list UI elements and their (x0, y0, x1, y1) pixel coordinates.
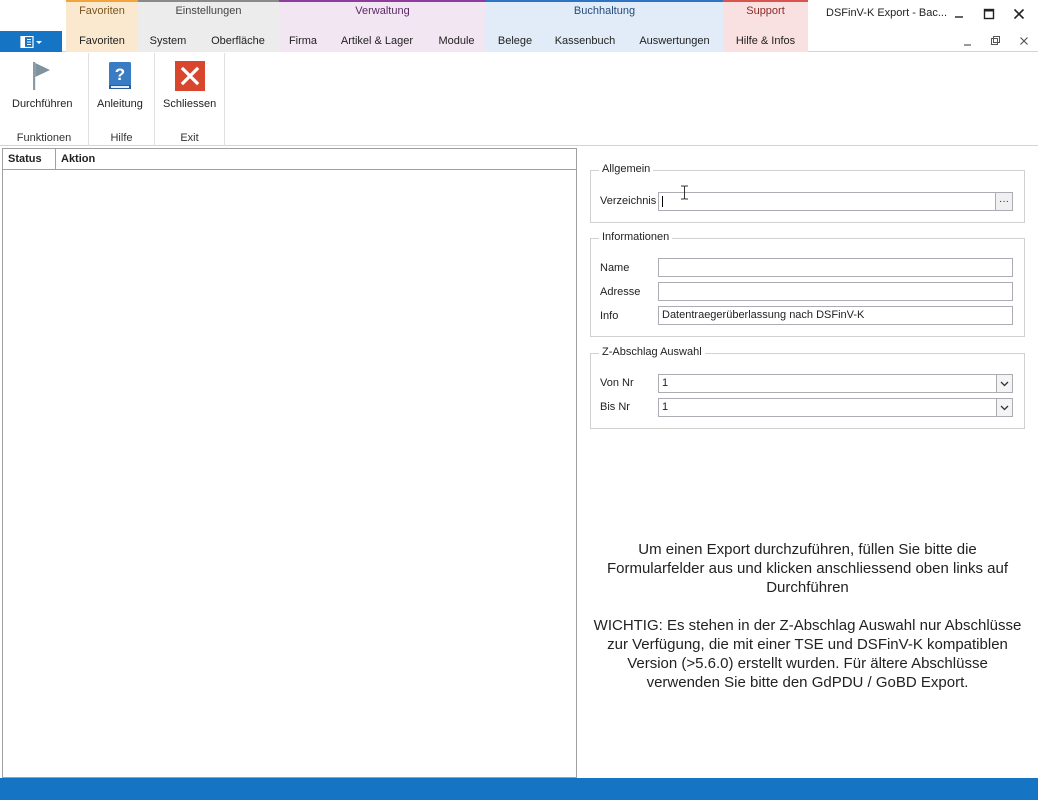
tab-system[interactable]: System (138, 31, 198, 52)
tab-belege[interactable]: Belege (486, 31, 544, 52)
action-list[interactable]: Status Aktion (2, 148, 577, 778)
from-number-select[interactable]: 1 (658, 374, 1013, 393)
flag-icon (33, 62, 51, 90)
tab-favoriten[interactable]: Favoriten (66, 31, 138, 52)
mdi-minimize-button[interactable] (958, 32, 978, 52)
tab-oberflaeche[interactable]: Oberfläche (198, 31, 278, 52)
group-label-functions: Funktionen (16, 132, 72, 144)
tab-hilfe-infos[interactable]: Hilfe & Infos (723, 31, 808, 52)
close-window-button[interactable] (1009, 4, 1029, 24)
address-label: Adresse (600, 286, 641, 298)
close-icon (174, 61, 205, 91)
group-label-exit: Exit (180, 132, 199, 144)
maximize-icon (983, 8, 995, 20)
ellipsis-icon: ··· (999, 196, 1009, 207)
to-number-value: 1 (662, 401, 669, 413)
mdi-restore-button[interactable] (986, 31, 1006, 51)
group-title-information: Informationen (599, 231, 673, 243)
tab-firma[interactable]: Firma (279, 31, 327, 52)
restore-icon (991, 36, 1000, 45)
from-number-dropdown-button[interactable] (996, 375, 1012, 392)
toolbar-group-help: ? Anleitung Hilfe (89, 53, 155, 146)
minimize-button[interactable] (949, 4, 969, 24)
column-header-aktion[interactable]: Aktion (56, 149, 256, 169)
ribbon-group-caption: Verwaltung (355, 5, 410, 17)
status-bar (0, 778, 1038, 800)
minimize-icon (955, 16, 963, 18)
directory-input[interactable]: ··· (658, 192, 1013, 211)
run-button[interactable]: Durchführen (12, 57, 73, 117)
ribbon-header: Favoriten Einstellungen Verwaltung Buchh… (0, 0, 1038, 52)
ibeam-cursor-icon (681, 185, 688, 200)
maximize-button[interactable] (979, 4, 999, 24)
column-header-status[interactable]: Status (3, 149, 56, 169)
group-title-z-selection: Z-Abschlag Auswahl (599, 346, 705, 358)
important-notice-text: WICHTIG: Es stehen in der Z-Abschlag Aus… (593, 617, 1022, 691)
tab-artikel-lager[interactable]: Artikel & Lager (327, 31, 427, 52)
close-icon (1020, 37, 1028, 45)
address-input[interactable] (658, 282, 1013, 301)
name-label: Name (600, 262, 630, 274)
app-menu-icon (20, 35, 42, 48)
group-label-help: Hilfe (110, 132, 133, 144)
help-button[interactable]: ? Anleitung (97, 57, 143, 117)
chevron-down-icon (1000, 381, 1009, 386)
info-value: Datentraegerüberlassung nach DSFinV-K (662, 309, 865, 321)
toolbar-group-exit: Schliessen Exit (155, 53, 225, 146)
tab-kassenbuch[interactable]: Kassenbuch (544, 31, 626, 52)
tab-auswertungen[interactable]: Auswertungen (626, 31, 723, 52)
info-label: Info (600, 310, 619, 322)
help-book-icon: ? (108, 62, 131, 89)
name-input[interactable] (658, 258, 1013, 277)
close-form-button[interactable]: Schliessen (163, 57, 216, 117)
minimize-icon (964, 44, 971, 46)
directory-label: Verzeichnis (600, 195, 657, 207)
close-icon (1013, 8, 1025, 20)
to-number-label: Bis Nr (600, 401, 630, 413)
from-number-label: Von Nr (600, 377, 634, 389)
command-toolbar: Durchführen Funktionen ? Anleitung Hilfe (0, 53, 1038, 146)
window-title: DSFinV-K Export - Bac... (826, 7, 948, 19)
instruction-text: Um einen Export durchzuführen, füllen Si… (606, 541, 1009, 596)
to-number-select[interactable]: 1 (658, 398, 1013, 417)
chevron-down-icon (1000, 405, 1009, 410)
info-input[interactable]: Datentraegerüberlassung nach DSFinV-K (658, 306, 1013, 325)
app-menu-button[interactable] (0, 31, 62, 52)
ribbon-group-caption: Support (746, 5, 785, 17)
to-number-dropdown-button[interactable] (996, 399, 1012, 416)
list-header: Status Aktion (3, 149, 576, 170)
tab-module[interactable]: Module (427, 31, 486, 52)
help-button-label: Anleitung (97, 98, 143, 110)
run-button-label: Durchführen (12, 98, 73, 110)
group-title-general: Allgemein (599, 163, 654, 175)
svg-text:?: ? (115, 65, 125, 84)
ribbon-group-caption: Buchhaltung (573, 5, 636, 17)
mdi-close-button[interactable] (1014, 31, 1034, 51)
browse-button[interactable]: ··· (995, 193, 1012, 210)
from-number-value: 1 (662, 377, 669, 389)
ribbon-group-caption: Favoriten (79, 5, 125, 17)
close-form-button-label: Schliessen (163, 98, 217, 110)
toolbar-group-functions: Durchführen Funktionen (0, 53, 89, 146)
ribbon-group-caption: Einstellungen (175, 5, 242, 17)
text-caret (662, 196, 663, 207)
